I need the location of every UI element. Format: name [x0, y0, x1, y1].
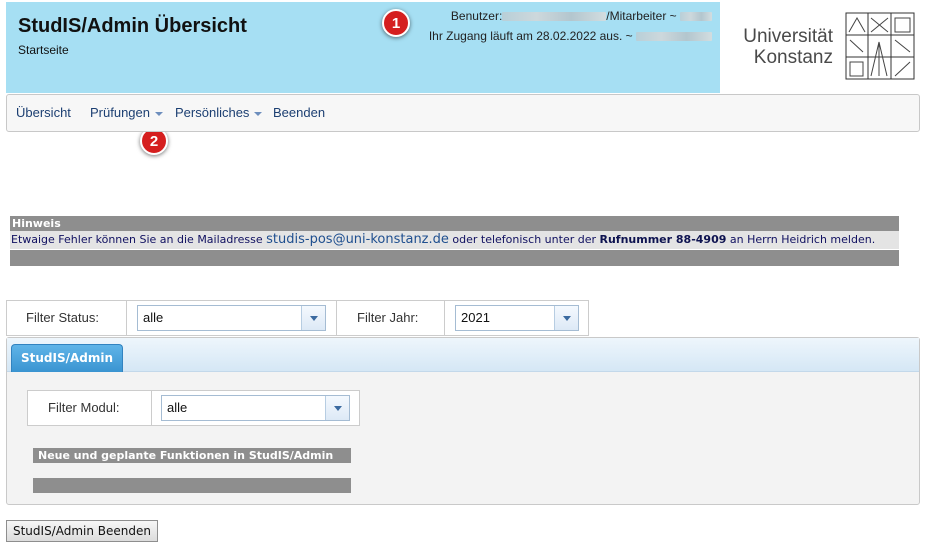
tab-studis-admin[interactable]: StudIS/Admin	[11, 344, 123, 372]
main-nav: Übersicht Prüfungen Persönliches Beenden	[6, 94, 920, 132]
user-info: Benutzer: /Mitarbeiter ~ Ihr Zugang läuft…	[429, 6, 712, 46]
nav-item-exams-label: Prüfungen	[90, 105, 150, 120]
filter-modul-label: Filter Modul:	[48, 400, 120, 415]
page-title: StudIS/Admin Übersicht	[18, 15, 247, 37]
access-line: Ihr Zugang läuft am 28.02.2022 aus. ~	[429, 26, 712, 46]
filter-year-label: Filter Jahr:	[357, 310, 419, 325]
nav-item-exams[interactable]: Prüfungen	[90, 105, 163, 120]
access-expiry-text: Ihr Zugang läuft am 28.02.2022 aus. ~	[428, 29, 633, 43]
support-phone: Rufnummer 88-4909	[599, 233, 727, 246]
logo-line-2: Konstanz	[753, 47, 833, 68]
news-heading: Neue und geplante Funktionen in StudIS/A…	[33, 448, 351, 463]
callout-marker-1: 1	[382, 9, 410, 37]
filter-status-label: Filter Status:	[26, 310, 99, 325]
end-session-button[interactable]: StudIS/Admin Beenden	[6, 520, 158, 542]
redacted-name	[680, 12, 712, 22]
filter-year-select[interactable]: 2021	[455, 305, 579, 331]
chevron-down-icon[interactable]	[301, 306, 325, 330]
filter-status-select[interactable]: alle	[137, 305, 326, 331]
divider	[126, 301, 127, 335]
nav-item-overview[interactable]: Übersicht	[16, 105, 71, 120]
redacted-fullname	[636, 32, 712, 42]
chevron-down-icon[interactable]	[325, 396, 349, 420]
divider	[151, 391, 152, 425]
notice-footer-bar	[10, 250, 899, 266]
tab-strip: StudIS/Admin	[7, 338, 919, 372]
redacted-username	[502, 12, 607, 22]
divider	[336, 301, 337, 335]
news-box: Neue und geplante Funktionen in StudIS/A…	[33, 448, 351, 493]
filter-modul-bar: Filter Modul: alle	[27, 390, 360, 426]
page-header: StudIS/Admin Übersicht Startseite Benutz…	[6, 2, 720, 93]
filter-modul-value: alle	[167, 400, 188, 415]
page-subtitle: Startseite	[18, 43, 69, 57]
notice-text-before: Etwaige Fehler können Sie an die Mailadr…	[11, 233, 267, 246]
logo-emblem-icon	[845, 12, 915, 80]
user-line: Benutzer: /Mitarbeiter ~	[429, 6, 712, 26]
nav-item-logout[interactable]: Beenden	[273, 105, 325, 120]
chevron-down-icon	[254, 111, 263, 116]
filter-status-value: alle	[143, 310, 164, 325]
user-role: /Mitarbeiter ~	[606, 9, 677, 23]
notice-text: Etwaige Fehler können Sie an die Mailadr…	[10, 231, 899, 249]
chevron-down-icon	[155, 111, 163, 116]
filter-modul-select[interactable]: alle	[161, 395, 350, 421]
filter-year-value: 2021	[461, 310, 490, 325]
user-prefix: Benutzer:	[450, 9, 503, 23]
notice-box: Hinweis Etwaige Fehler können Sie an die…	[10, 216, 899, 266]
nav-item-personal[interactable]: Persönliches	[175, 105, 263, 120]
notice-text-after: an Herrn Heidrich melden.	[726, 233, 876, 246]
chevron-down-icon[interactable]	[554, 306, 578, 330]
notice-heading: Hinweis	[10, 216, 899, 231]
filter-bar: Filter Status: alle Filter Jahr: 2021	[6, 300, 589, 336]
divider	[444, 301, 445, 335]
support-email-link[interactable]: studis-pos@uni-konstanz.de	[266, 232, 449, 247]
news-footer-bar	[33, 478, 351, 493]
notice-text-middle: oder telefonisch unter der	[448, 233, 600, 246]
logo-line-1: Universität	[743, 26, 833, 47]
nav-item-personal-label: Persönliches	[175, 105, 250, 120]
logo-wordmark: Universität Konstanz	[733, 26, 833, 68]
tab-panel: StudIS/Admin Filter Modul: alle Neue und…	[6, 337, 920, 505]
